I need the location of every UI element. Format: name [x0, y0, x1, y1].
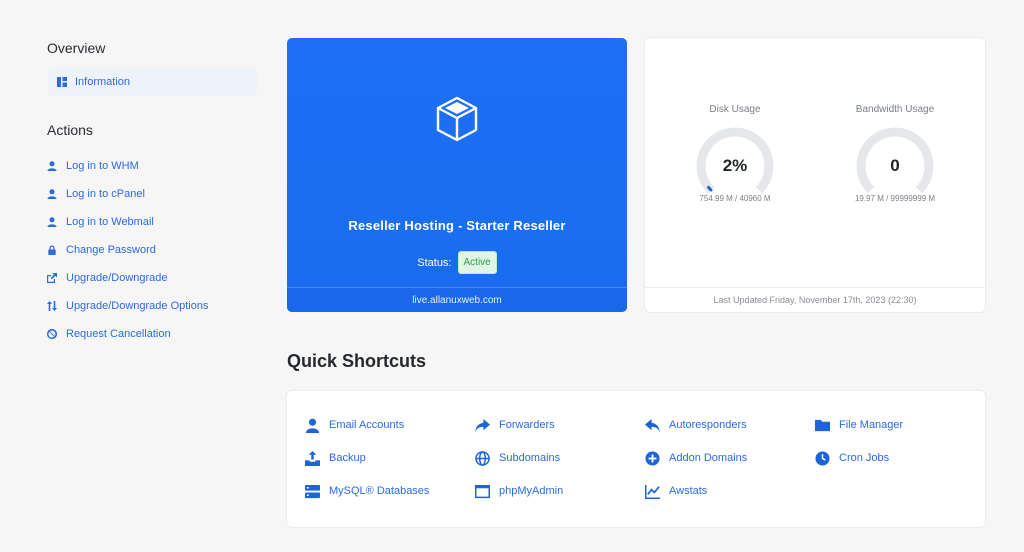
- dashboard-icon: [57, 77, 67, 87]
- shortcut-label: Subdomains: [499, 452, 561, 464]
- shortcut-label: Email Accounts: [329, 419, 405, 431]
- last-updated: Last Updated Friday, November 17th, 2023…: [645, 287, 985, 312]
- disk-usage-block: Disk Usage 2% 754.99 M / 40960 M: [665, 104, 805, 203]
- product-card: Reseller Hosting - Starter Reseller Stat…: [287, 38, 627, 312]
- shortcut-subdomains[interactable]: Subdomains: [475, 449, 560, 467]
- external-link-icon: [47, 273, 57, 283]
- action-log-in-cpanel[interactable]: Log in to cPanel: [47, 180, 257, 208]
- clock-icon: [815, 450, 830, 466]
- shortcut-label: Awstats: [669, 485, 708, 497]
- shortcut-label: Autoresponders: [669, 419, 747, 431]
- action-label: Log in to cPanel: [66, 188, 145, 200]
- window-icon: [475, 484, 490, 499]
- shortcut-file-manager[interactable]: File Manager: [815, 416, 903, 434]
- action-label: Log in to Webmail: [66, 216, 154, 228]
- shortcut-label: phpMyAdmin: [499, 485, 564, 497]
- user-icon: [47, 217, 57, 227]
- shortcut-cron-jobs[interactable]: Cron Jobs: [815, 449, 889, 467]
- shortcut-autoresponders[interactable]: Autoresponders: [645, 416, 747, 434]
- user-icon: [47, 189, 57, 199]
- action-upgrade-downgrade-options[interactable]: Upgrade/Downgrade Options: [47, 292, 257, 320]
- disk-usage-title: Disk Usage: [709, 104, 761, 115]
- user-icon: [305, 418, 320, 433]
- disk-usage-gauge: 2%: [690, 126, 780, 206]
- sidebar-item-information[interactable]: Information: [48, 68, 257, 96]
- line-chart-icon: [645, 484, 660, 499]
- action-label: Log in to WHM: [66, 160, 139, 172]
- box-icon: [436, 96, 478, 142]
- quick-shortcuts-card: Email Accounts Forwarders Autoresponders…: [287, 391, 985, 527]
- sidebar-item-label: Information: [75, 76, 131, 88]
- shortcut-addon-domains[interactable]: Addon Domains: [645, 449, 747, 467]
- bandwidth-usage-value: 0: [890, 156, 900, 175]
- folder-icon: [815, 418, 830, 433]
- action-label: Request Cancellation: [66, 328, 171, 340]
- reply-icon: [645, 418, 660, 433]
- shortcut-label: File Manager: [839, 419, 904, 431]
- status-row: Status: Active: [287, 251, 627, 274]
- bandwidth-usage-block: Bandwidth Usage 0 19.97 M / 99999999 M: [825, 104, 965, 203]
- sidebar: Overview Information Actions Log in to W…: [47, 40, 257, 348]
- disk-usage-value: 2%: [722, 156, 748, 175]
- shortcut-phpmyadmin[interactable]: phpMyAdmin: [475, 482, 563, 500]
- action-request-cancellation[interactable]: Request Cancellation: [47, 320, 257, 348]
- share-arrow-icon: [475, 418, 490, 433]
- actions-heading: Actions: [47, 122, 93, 138]
- plus-circle-icon: [645, 450, 660, 466]
- quick-shortcuts-title: Quick Shortcuts: [287, 351, 427, 371]
- shortcut-label: Cron Jobs: [839, 452, 890, 464]
- shortcut-backup[interactable]: Backup: [305, 449, 366, 467]
- action-change-password[interactable]: Change Password: [47, 236, 257, 264]
- server-icon: [305, 484, 320, 499]
- status-badge: Active: [457, 251, 497, 274]
- bandwidth-usage-title: Bandwidth Usage: [855, 104, 935, 115]
- action-label: Change Password: [66, 244, 156, 256]
- overview-heading: Overview: [47, 40, 106, 56]
- shortcut-label: MySQL® Databases: [329, 485, 430, 497]
- action-log-in-webmail[interactable]: Log in to Webmail: [47, 208, 257, 236]
- globe-icon: [475, 450, 490, 466]
- shortcut-mysql-databases[interactable]: MySQL® Databases: [305, 482, 429, 500]
- shortcut-awstats[interactable]: Awstats: [645, 482, 707, 500]
- shortcut-label: Forwarders: [499, 419, 555, 431]
- status-label: Status:: [417, 256, 452, 269]
- action-label: Upgrade/Downgrade: [66, 272, 168, 284]
- bandwidth-usage-gauge: 0: [850, 126, 940, 206]
- action-upgrade-downgrade[interactable]: Upgrade/Downgrade: [47, 264, 257, 292]
- upload-tray-icon: [305, 450, 320, 466]
- shortcut-forwarders[interactable]: Forwarders: [475, 416, 555, 434]
- sort-arrows-icon: [47, 301, 57, 311]
- shortcut-label: Addon Domains: [669, 452, 748, 464]
- action-log-in-whm[interactable]: Log in to WHM: [47, 152, 257, 180]
- action-label: Upgrade/Downgrade Options: [66, 300, 209, 312]
- usage-card: Disk Usage 2% 754.99 M / 40960 M Bandwid…: [645, 38, 985, 312]
- shortcut-email-accounts[interactable]: Email Accounts: [305, 416, 404, 434]
- actions-list: Log in to WHM Log in to cPanel Log in to…: [47, 152, 257, 348]
- ban-icon: [47, 329, 57, 339]
- shortcut-label: Backup: [329, 452, 366, 464]
- user-icon: [47, 161, 57, 171]
- lock-icon: [47, 245, 57, 255]
- product-name: Reseller Hosting - Starter Reseller: [348, 218, 566, 233]
- product-domain[interactable]: live.allanuxweb.com: [287, 287, 627, 312]
